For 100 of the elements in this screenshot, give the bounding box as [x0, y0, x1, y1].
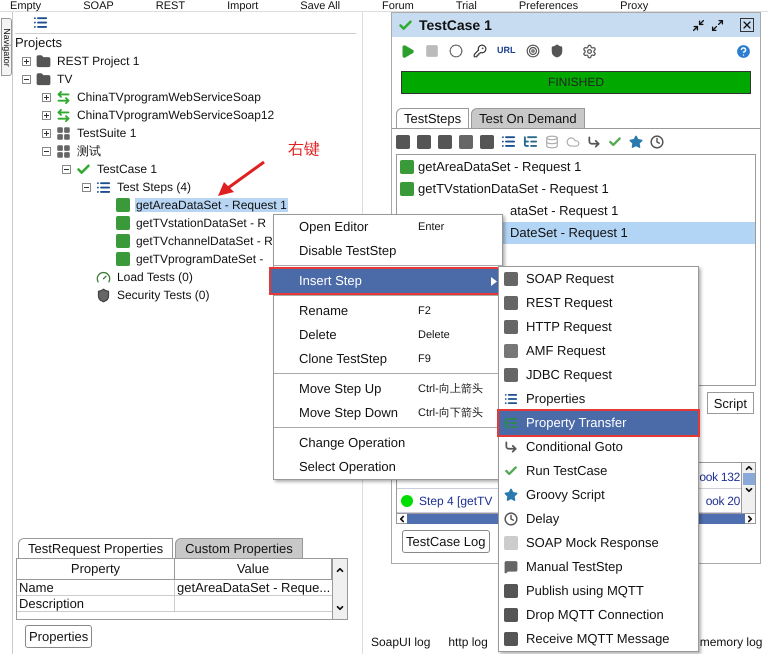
menu-item[interactable]: Import — [227, 0, 258, 12]
scrollbar[interactable] — [332, 559, 347, 619]
scroll-down-icon[interactable] — [335, 603, 345, 613]
menu-item[interactable]: REST — [156, 0, 186, 12]
arrow-icon[interactable] — [587, 134, 601, 148]
menu-item[interactable]: Change Operation — [274, 431, 502, 455]
scroll-down-icon[interactable] — [744, 485, 754, 495]
step-row[interactable]: getTVstationDataSet - Request 1 — [397, 178, 755, 200]
list-icon[interactable] — [501, 134, 516, 149]
menu-item[interactable]: Forum — [382, 0, 414, 12]
clock-icon[interactable] — [650, 134, 664, 148]
folder-icon — [36, 54, 51, 68]
minimize-icon[interactable] — [692, 18, 705, 32]
tree-item[interactable]: Load Tests (0) — [116, 270, 194, 284]
menu-item[interactable]: JDBC Request — [499, 363, 698, 387]
tree-item[interactable]: TestSuite 1 — [76, 126, 138, 140]
expand-icon[interactable] — [42, 92, 51, 102]
target-icon[interactable] — [526, 44, 540, 58]
menu-item[interactable]: Preferences — [518, 0, 578, 12]
scrollbar[interactable] — [741, 463, 755, 513]
tree-item[interactable]: ChinaTVprogramWebServiceSoap — [76, 90, 262, 104]
tree-item[interactable]: TestCase 1 — [96, 162, 158, 176]
tree-item[interactable]: ChinaTVprogramWebServiceSoap12 — [76, 108, 276, 122]
table-cell: Description — [17, 596, 175, 612]
menu-item[interactable]: Move Step Down Ctrl-向下箭头 — [274, 401, 502, 425]
tree-item[interactable]: getAreaDataSet - Request 1 — [135, 198, 288, 212]
tree-item[interactable]: getTVstationDataSet - R — [135, 216, 268, 230]
scroll-up-icon[interactable] — [744, 463, 754, 473]
check-icon — [504, 464, 518, 478]
shortcut-label: Ctrl-向下箭头 — [418, 406, 483, 421]
tree-item[interactable]: getTVchannelDataSet - R — [135, 234, 274, 248]
scroll-left-icon[interactable] — [397, 514, 407, 524]
settings-icon[interactable] — [582, 44, 596, 58]
tab[interactable]: TestRequest Properties — [18, 538, 174, 558]
list-icon[interactable] — [33, 15, 48, 30]
list-icon[interactable] — [523, 134, 538, 149]
menu-item[interactable]: Move Step Up Ctrl-向上箭头 — [274, 377, 502, 401]
expand-icon[interactable] — [42, 110, 51, 120]
tab[interactable]: TestSteps — [396, 108, 470, 128]
menu-item[interactable]: REST Request — [499, 291, 698, 315]
annotation-label: 右键 — [288, 140, 320, 160]
tree-item[interactable]: Security Tests (0) — [116, 288, 210, 302]
menu-item[interactable]: Conditional Goto — [499, 435, 698, 459]
menu-item[interactable]: Trial — [456, 0, 477, 12]
menu-item[interactable]: Delete Delete — [274, 323, 502, 347]
log-tab[interactable]: memory log — [700, 633, 762, 651]
menu-item[interactable]: Save All — [300, 0, 340, 12]
expand-icon[interactable] — [22, 56, 31, 66]
menu-item[interactable]: Publish using MQTT — [499, 579, 698, 603]
properties-button[interactable]: Properties — [25, 625, 92, 648]
menu-item[interactable]: SOAP Mock Response — [499, 531, 698, 555]
menu-item[interactable]: Drop MQTT Connection — [499, 603, 698, 627]
navigator-tab[interactable]: Navigator — [0, 18, 12, 76]
tab[interactable]: Custom Properties — [175, 538, 303, 558]
menu-item[interactable]: Groovy Script — [499, 483, 698, 507]
menu-item[interactable]: AMF Request — [499, 339, 698, 363]
grid-icon — [56, 126, 71, 140]
menu-item[interactable]: Clone TestStep F9 — [274, 347, 502, 371]
collapse-icon[interactable] — [22, 74, 31, 84]
menu-item[interactable]: Delay — [499, 507, 698, 531]
log-entry[interactable]: Step 4 [getTV — [419, 492, 492, 510]
scroll-right-icon[interactable] — [745, 514, 755, 524]
collapse-icon[interactable] — [82, 182, 91, 192]
log-tab[interactable]: http log — [448, 633, 488, 651]
menu-item[interactable]: Select Operation — [274, 455, 502, 479]
log-tab[interactable]: SoapUI log — [371, 633, 430, 651]
testcase-log-button[interactable]: TestCase Log — [402, 530, 490, 554]
shield-icon[interactable] — [550, 44, 564, 58]
tree-item[interactable]: 测试 — [76, 144, 102, 158]
close-icon[interactable] — [740, 18, 754, 32]
menu-item[interactable]: Empty — [10, 0, 42, 12]
url-button[interactable]: URL — [497, 44, 516, 58]
expand-icon[interactable] — [42, 128, 51, 138]
menu-item[interactable]: Proxy — [620, 0, 648, 12]
menu-item[interactable]: Receive MQTT Message — [499, 627, 698, 651]
menu-item[interactable]: Run TestCase — [499, 459, 698, 483]
tree-item[interactable]: Test Steps (4) — [116, 180, 192, 194]
tree-item[interactable]: REST Project 1 — [56, 54, 140, 68]
play-icon[interactable] — [400, 44, 415, 58]
tab[interactable]: Script — [706, 392, 754, 414]
menu-item[interactable]: Properties — [499, 387, 698, 411]
tree-item[interactable]: TV — [56, 72, 74, 86]
menu-item[interactable]: Property Transfer — [499, 411, 698, 435]
check-icon[interactable] — [608, 134, 622, 148]
collapse-icon[interactable] — [62, 164, 71, 174]
tree-item[interactable]: getTVprogramDateSet - — [135, 252, 264, 266]
help-icon[interactable] — [735, 42, 752, 60]
menu-item[interactable]: SOAP — [83, 0, 114, 12]
menu-item[interactable]: Rename F2 — [274, 299, 502, 323]
menu-item[interactable]: HTTP Request — [499, 315, 698, 339]
request-icon — [400, 160, 414, 174]
tab[interactable]: Test On Demand — [471, 108, 585, 128]
scroll-up-icon[interactable] — [335, 565, 345, 575]
maximize-icon[interactable] — [711, 18, 724, 32]
collapse-icon[interactable] — [42, 146, 51, 156]
menu-item[interactable]: Manual TestStep — [499, 555, 698, 579]
circle-icon[interactable] — [449, 44, 463, 58]
key-icon[interactable] — [473, 44, 487, 58]
star-icon[interactable] — [629, 134, 643, 148]
step-row[interactable]: getAreaDataSet - Request 1 — [397, 156, 755, 178]
